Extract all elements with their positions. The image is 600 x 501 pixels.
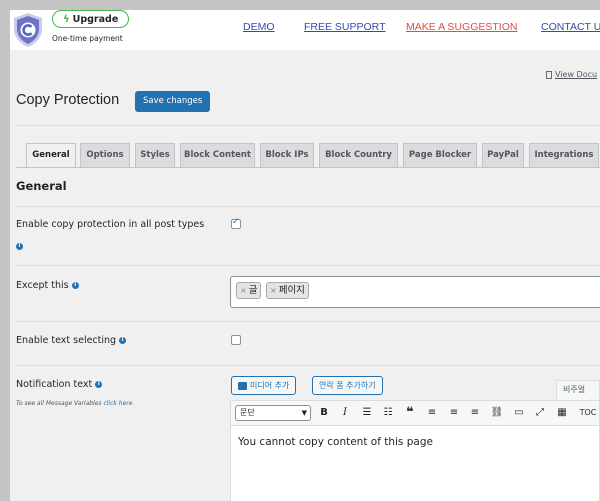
tab-styles[interactable]: Styles (135, 143, 175, 167)
media-icon (238, 381, 247, 390)
tab-integrations[interactable]: Integrations (529, 143, 599, 167)
notification-text-editor[interactable]: You cannot copy content of this page (230, 426, 600, 501)
info-icon[interactable]: i (16, 243, 23, 250)
enable-text-selecting-label: Enable text selecting (16, 335, 117, 346)
remove-icon[interactable]: × (240, 286, 247, 295)
tab-options[interactable]: Options (80, 143, 130, 167)
fullscreen-icon[interactable]: ⤢ (533, 406, 547, 420)
top-nav-bar: ϟ Upgrade One-time payment DEMO FREE SUP… (10, 10, 600, 50)
toc-button[interactable]: TOC (577, 406, 599, 420)
view-docs-link[interactable]: View Docu (555, 70, 597, 79)
click-here-link[interactable]: click here (103, 400, 132, 407)
save-changes-button[interactable]: Save changes (135, 91, 211, 112)
info-icon[interactable]: i (119, 337, 127, 344)
row-divider (16, 365, 600, 366)
visual-editor-tab[interactable]: 비주얼 (556, 380, 600, 400)
info-icon[interactable]: i (71, 282, 79, 289)
section-title: General (16, 179, 67, 193)
chip-post[interactable]: × 글 (236, 282, 262, 299)
tab-general[interactable]: General (26, 143, 76, 168)
tabs-baseline (16, 167, 600, 168)
editor-toolbar: 문단 ▼ B I ☰ ☷ ❝ ≡ ≡ ≡ ⛓ ▭ ⤢ ▦ TOC (230, 400, 600, 426)
italic-icon[interactable]: I (338, 406, 352, 420)
one-time-payment-text: One-time payment (52, 34, 123, 43)
notification-text-row: Notification text i (16, 379, 103, 390)
shield-logo-icon (14, 13, 42, 47)
align-left-icon[interactable]: ≡ (425, 406, 439, 420)
blockquote-icon[interactable]: ❝ (403, 406, 417, 420)
add-contact-form-button[interactable]: 연락 폼 추가하기 (312, 376, 383, 395)
message-variables-hint: To see all Message Variables click here (16, 400, 133, 407)
lightning-icon: ϟ (63, 13, 70, 25)
tab-block-content[interactable]: Block Content (180, 143, 255, 167)
remove-icon[interactable]: × (270, 286, 277, 295)
info-icon[interactable]: i (95, 381, 103, 388)
add-media-button[interactable]: 미디어 추가 (231, 376, 297, 395)
row-divider (16, 265, 600, 266)
enable-copy-protection-label: Enable copy protection in all post types (16, 219, 205, 230)
table-icon[interactable]: ▦ (555, 406, 569, 420)
bold-icon[interactable]: B (317, 406, 331, 420)
paragraph-format-select[interactable]: 문단 ▼ (235, 405, 311, 421)
tab-block-country[interactable]: Block Country (319, 143, 398, 167)
except-this-select[interactable]: × 글 × 페이지 (230, 276, 600, 308)
enable-text-selecting-checkbox[interactable] (231, 335, 241, 345)
nav-suggestion-link[interactable]: MAKE A SUGGESTION (406, 21, 517, 33)
horizontal-line-icon[interactable]: ▭ (512, 406, 526, 420)
tab-paypal[interactable]: PayPal (482, 143, 524, 167)
notification-text-label: Notification text (16, 379, 93, 390)
except-this-row: Except this i (16, 280, 79, 291)
upgrade-label: Upgrade (72, 13, 119, 25)
align-right-icon[interactable]: ≡ (468, 406, 482, 420)
enable-copy-protection-checkbox[interactable]: ✓ (231, 217, 241, 229)
divider (16, 125, 600, 126)
tab-page-blocker[interactable]: Page Blocker (403, 143, 477, 167)
checkmark-icon: ✓ (232, 217, 240, 227)
page-title: Copy Protection (16, 92, 120, 108)
align-center-icon[interactable]: ≡ (447, 406, 461, 420)
upgrade-button[interactable]: ϟ Upgrade (52, 10, 130, 28)
chevron-down-icon: ▼ (301, 409, 307, 417)
nav-contact-link[interactable]: CONTACT U (541, 21, 600, 33)
row-divider (16, 321, 600, 322)
app-frame: ϟ Upgrade One-time payment DEMO FREE SUP… (10, 10, 600, 501)
enable-text-selecting-row: Enable text selecting i (16, 335, 127, 346)
nav-demo-link[interactable]: DEMO (243, 21, 275, 33)
view-docs: View Docu (546, 70, 597, 79)
editor-content: You cannot copy content of this page (238, 436, 433, 448)
nav-free-support-link[interactable]: FREE SUPPORT (304, 21, 386, 33)
except-this-label: Except this (16, 280, 69, 291)
bullet-list-icon[interactable]: ☰ (360, 406, 374, 420)
numbered-list-icon[interactable]: ☷ (381, 406, 395, 420)
link-icon[interactable]: ⛓ (490, 406, 504, 420)
chip-page[interactable]: × 페이지 (266, 282, 309, 299)
row-divider (16, 206, 600, 207)
document-icon (546, 70, 552, 79)
tab-block-ips[interactable]: Block IPs (260, 143, 314, 167)
